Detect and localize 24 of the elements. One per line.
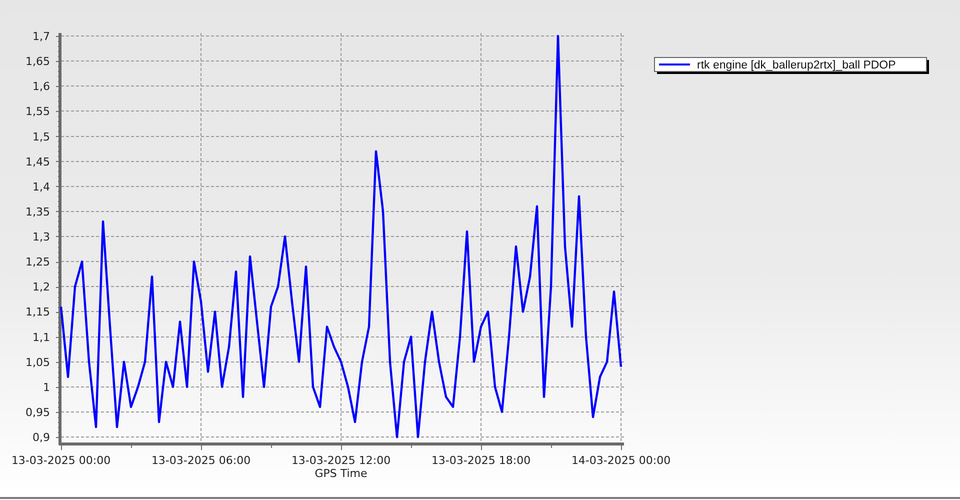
x-tick-label: 13-03-2025 06:00 — [151, 454, 251, 467]
y-tick-label: 0,95 — [26, 406, 50, 419]
y-tick-label: 1 — [43, 380, 50, 394]
x-tick-label: 13-03-2025 18:00 — [431, 454, 531, 467]
y-tick-label: 1,7 — [32, 30, 50, 43]
x-tick-label: 13-03-2025 00:00 — [11, 454, 111, 467]
y-tick-label: 1,65 — [26, 55, 50, 68]
y-tick-label: 1,3 — [32, 230, 50, 244]
y-tick-label: 0,9 — [32, 431, 50, 444]
y-tick-label: 1,55 — [26, 105, 50, 118]
y-tick-label: 1,15 — [26, 306, 50, 319]
y-tick-label: 1,5 — [32, 130, 50, 144]
x-axis-title: GPS Time — [314, 467, 368, 480]
x-tick-label: 13-03-2025 12:00 — [291, 454, 391, 467]
y-tick-label: 1,4 — [32, 180, 50, 194]
y-tick-label: 1,6 — [32, 80, 50, 94]
legend-label: rtk engine [dk_ballerup2rtx]_ball PDOP — [697, 60, 896, 72]
y-tick-label: 1,45 — [26, 155, 50, 168]
x-tick-label: 14-03-2025 00:00 — [571, 454, 671, 467]
y-tick-label: 1,05 — [26, 356, 50, 369]
y-tick-label: 1,25 — [26, 256, 50, 269]
y-tick-label: 1,35 — [26, 205, 50, 218]
y-tick-label: 1,2 — [32, 280, 50, 294]
y-tick-label: 1,1 — [32, 330, 50, 344]
